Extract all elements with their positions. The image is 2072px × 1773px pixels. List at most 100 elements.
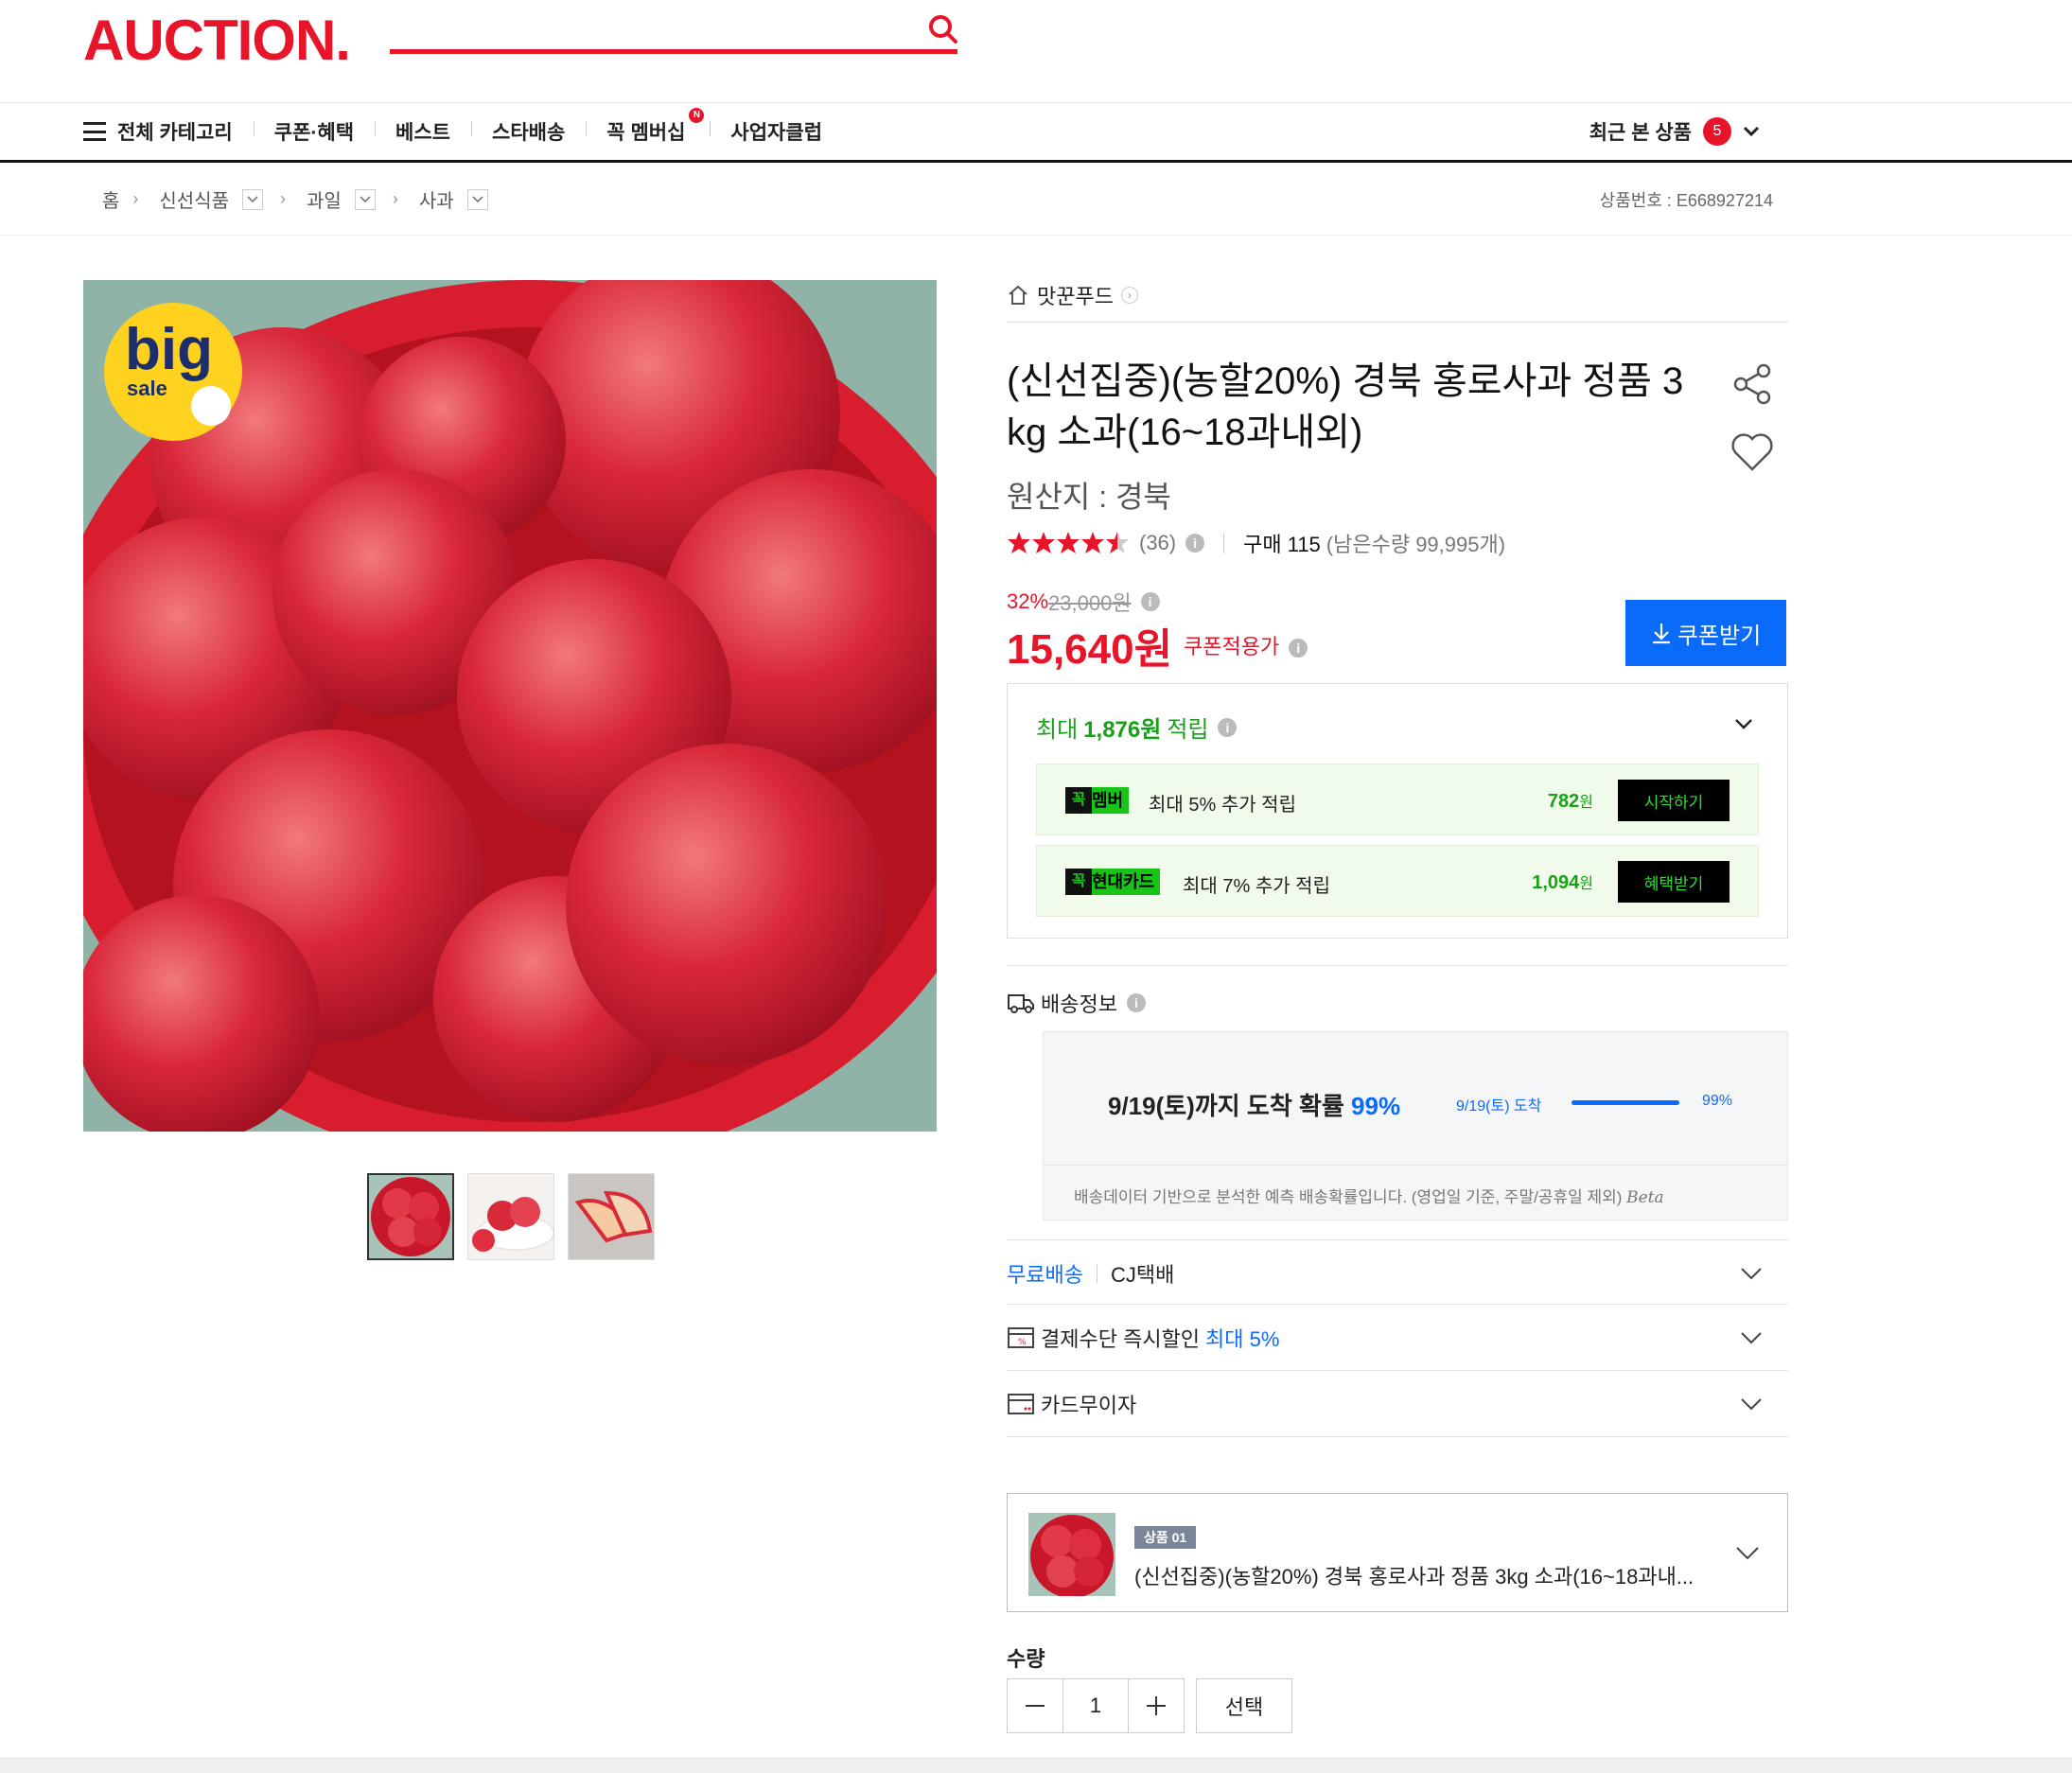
chevron-down-icon (1741, 1398, 1762, 1411)
purchase-count: 구매 115 (1243, 533, 1321, 556)
bunny-icon (191, 386, 231, 426)
delivery-probability: 9/19(토)까지 도착 확률 99% (1108, 1087, 1400, 1122)
delivery-pct: 99% (1351, 1092, 1401, 1120)
heart-icon[interactable] (1730, 431, 1775, 473)
info-icon[interactable]: i (1140, 592, 1160, 611)
nav-membership[interactable]: 꼭 멤버십 N (586, 108, 710, 146)
search-icon[interactable] (927, 13, 959, 45)
svg-text:%: % (1018, 1338, 1027, 1347)
truck-icon (1008, 994, 1034, 1013)
price-note: 쿠폰적용가 (1184, 635, 1280, 658)
perk-k-label: 꼭 (1065, 787, 1092, 814)
new-badge-icon: N (689, 108, 705, 123)
perk-text: 최대 7% 추가 적립 (1183, 876, 1330, 897)
chevron-down-icon (1741, 1332, 1762, 1344)
free-shipping-label: 무료배송 (1007, 1263, 1083, 1287)
instant-discount-label: 결제수단 즉시할인 (1041, 1327, 1201, 1351)
divider (1044, 1165, 1787, 1166)
auction-logo[interactable]: AUCTION. (83, 8, 351, 73)
minus-icon (1026, 1705, 1045, 1707)
thumbnail-image[interactable] (467, 1173, 554, 1260)
info-icon[interactable]: i (1185, 534, 1205, 553)
breadcrumb: 홈 › 신선식품 › 과일 › 사과 (102, 185, 505, 213)
shipping-fee-row[interactable]: 무료배송 CJ택배 (1007, 1241, 1788, 1306)
stock-remaining: (남은수량 99,995개) (1326, 533, 1506, 556)
option-tag: 상품 01 (1134, 1526, 1197, 1549)
option-thumbnail (1028, 1513, 1115, 1596)
nav-business-club[interactable]: 사업자클럽 (710, 117, 843, 146)
chevron-down-icon (1741, 1268, 1762, 1280)
divider (1223, 533, 1225, 553)
perk-amount-unit: 원 (1579, 795, 1593, 811)
product-main-image[interactable]: big sale (83, 280, 937, 1132)
quantity-input[interactable]: 1 (1062, 1679, 1129, 1732)
perk-tag-label: 현대카드 (1092, 872, 1155, 891)
instant-discount-row[interactable]: % 결제수단 즉시할인 최대 5% (1007, 1306, 1788, 1370)
shipping-heading: 배송정보 (1041, 992, 1117, 1016)
perk-k-label: 꼭 (1065, 869, 1092, 895)
rating-stars-icon[interactable] (1007, 531, 1132, 555)
nav-best[interactable]: 베스트 (375, 117, 471, 146)
nav-menu: 전체 카테고리 쿠폰·혜택 베스트 스타배송 꼭 멤버십 N 사업자클럽 (83, 103, 843, 160)
info-icon[interactable]: i (1218, 717, 1238, 737)
recent-count-badge: 5 (1703, 117, 1731, 146)
nav-label: 전체 카테고리 (117, 122, 233, 144)
perk-amount: 1,094원 (1532, 870, 1593, 894)
card-benefit-button[interactable]: 혜택받기 (1618, 861, 1730, 903)
nav-coupon[interactable]: 쿠폰·혜택 (253, 117, 375, 146)
breadcrumb-item[interactable]: 사과 (419, 185, 454, 213)
divider (1007, 1370, 1788, 1371)
breadcrumb-item[interactable]: 신선식품 (159, 185, 229, 213)
download-icon (1652, 623, 1670, 644)
breadcrumb-item[interactable]: 과일 (307, 185, 342, 213)
membership-tag: 꼭 멤버 (1065, 787, 1130, 814)
recent-items-button[interactable]: 최근 본 상품 5 (1589, 103, 1762, 160)
product-title: (신선집중)(농할20%) 경북 홍로사과 정품 3 kg 소과(16~18과내… (1007, 360, 1684, 453)
points-amount: 1,876원 (1083, 717, 1162, 743)
nav-all-categories[interactable]: 전체 카테고리 (83, 117, 254, 146)
divider (1007, 965, 1788, 966)
thumbnail-image[interactable] (367, 1173, 454, 1260)
info-icon[interactable]: i (1126, 993, 1146, 1012)
seller-link[interactable]: 맛꾼푸드 › (1007, 280, 1788, 310)
chevron-right-icon: › (1120, 287, 1138, 304)
chevron-down-icon (1736, 1547, 1759, 1560)
thumbnail-image[interactable] (568, 1173, 655, 1260)
increase-button[interactable] (1129, 1679, 1184, 1732)
info-icon[interactable]: i (1289, 639, 1308, 658)
divider (0, 235, 2072, 236)
plus-icon (1147, 1696, 1166, 1715)
points-header[interactable]: 최대 1,876원 적립 i (1036, 711, 1238, 744)
divider (1007, 1436, 1788, 1437)
instant-discount-highlight: 최대 5% (1205, 1327, 1280, 1351)
perk-amount-unit: 원 (1579, 876, 1593, 892)
chevron-down-icon[interactable] (354, 188, 376, 210)
delivery-mini-label: 9/19(토) 도착 (1456, 1098, 1542, 1115)
search-input[interactable] (390, 49, 957, 54)
quantity-label: 수량 (1007, 1647, 1045, 1671)
review-count[interactable]: (36) (1139, 531, 1176, 555)
page-bottom-bar (0, 1758, 2072, 1773)
option-name: (신선집중)(농할20%) 경북 홍로사과 정품 3kg 소과(16~18과내.… (1134, 1565, 1694, 1589)
product-number: 상품번호 : E668927214 (1599, 191, 1773, 210)
chevron-right-icon: › (132, 189, 139, 208)
perk-amount: 782원 (1548, 789, 1593, 813)
share-icon[interactable] (1730, 361, 1775, 407)
original-price: 23,000원 (1048, 591, 1132, 615)
decrease-button[interactable] (1008, 1679, 1062, 1732)
chevron-right-icon: › (280, 189, 287, 208)
chevron-down-icon[interactable] (466, 188, 488, 210)
home-icon (1009, 285, 1027, 305)
membership-start-button[interactable]: 시작하기 (1618, 780, 1730, 821)
select-button[interactable]: 선택 (1196, 1678, 1292, 1733)
breadcrumb-home[interactable]: 홈 (102, 185, 119, 213)
chevron-down-icon[interactable] (1732, 712, 1755, 735)
coupon-button[interactable]: 쿠폰받기 (1625, 600, 1786, 666)
beta-label: Beta (1626, 1188, 1664, 1207)
nav-star-delivery[interactable]: 스타배송 (471, 117, 586, 146)
option-select[interactable]: 상품 01 (신선집중)(농할20%) 경북 홍로사과 정품 3kg 소과(16… (1007, 1493, 1788, 1612)
interest-free-row[interactable]: 카드무이자 (1007, 1372, 1788, 1436)
coupon-label: 쿠폰받기 (1677, 623, 1762, 649)
perk-amount-value: 1,094 (1532, 872, 1580, 893)
chevron-down-icon[interactable] (242, 188, 264, 210)
